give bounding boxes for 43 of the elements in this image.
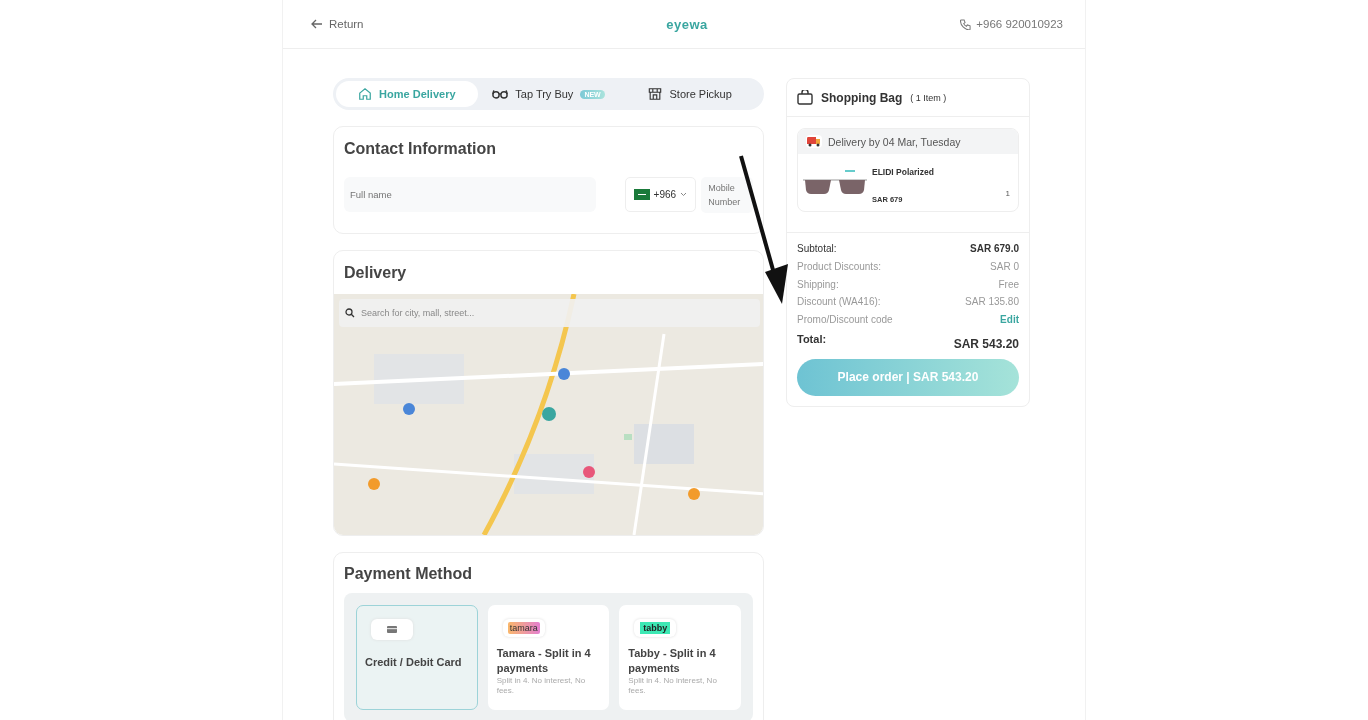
section-title: Delivery (343, 264, 408, 283)
payment-option[interactable]: Credit / Debit Card (356, 605, 478, 710)
payment-option[interactable]: tabby Tabby - Split in 4 payments Split in 4. No interest, No fees. (619, 605, 741, 710)
summary-value: Free (998, 277, 1019, 292)
search-icon (345, 308, 355, 318)
total-value: SAR 543.20 (953, 337, 1019, 351)
bag-title: Shopping Bag (821, 90, 903, 105)
home-icon (358, 87, 373, 101)
summary-label: Discount (WA416): (797, 295, 881, 310)
summary-value: SAR 679.0 (970, 242, 1019, 256)
delivery-tab[interactable]: Store Pickup (619, 81, 761, 107)
back-arrow-icon (311, 19, 323, 29)
full-name-field[interactable]: Full name (344, 177, 596, 212)
mobile-number-field[interactable]: Mobile Number (701, 177, 753, 213)
payment-option[interactable]: tamara Tamara - Split in 4 payments Split in 4. No interest, No fees. (487, 605, 610, 710)
store-icon (648, 87, 663, 101)
summary-label: Subtotal: (797, 242, 837, 256)
sunglasses-drawing (802, 169, 868, 196)
quantity: 1 (1005, 189, 1010, 198)
truck-icon (806, 135, 822, 148)
summary-label: Product Discounts: (797, 259, 881, 274)
summary-label: Promo/Discount code (797, 313, 893, 328)
product-name: ELIDI Polarized (872, 167, 934, 177)
phone-icon (960, 18, 972, 30)
item-count: ( 1 Item ) (910, 92, 947, 103)
section-title: Payment Method (344, 565, 473, 583)
chevron-down-icon (680, 192, 688, 197)
tabby-logo: tabby (640, 622, 671, 634)
section-title: Contact Information (344, 140, 497, 158)
delivery-date: Delivery by 04 Mar, Tuesday (828, 135, 961, 148)
return-link[interactable]: Return (311, 18, 667, 30)
summary-value: SAR 0 (990, 259, 1019, 274)
credit-card-icon (387, 626, 397, 633)
summary-label: Shipping: (797, 277, 839, 292)
flag-icon (633, 189, 650, 200)
phone-number: +966 920010923 (976, 18, 1063, 30)
country-code-select[interactable]: +966 (624, 177, 697, 212)
summary-value: SAR 135.80 (965, 295, 1019, 310)
tamara-logo: tamara (507, 622, 540, 634)
total-label: Total: (797, 333, 827, 347)
glasses-icon (492, 88, 509, 100)
bag-icon (797, 90, 813, 105)
placeholder-text: Search for city, mall, street... (361, 308, 475, 318)
